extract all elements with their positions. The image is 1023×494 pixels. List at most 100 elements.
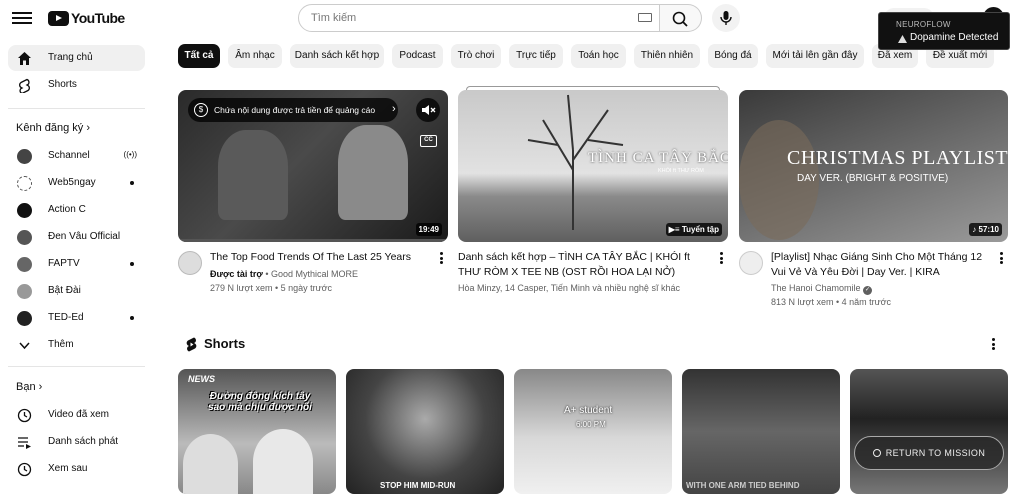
sidebar-item-label: Thêm [48,339,74,350]
youtube-logo[interactable]: YouTube [48,10,125,26]
sidebar-item-label: Trang chủ [48,52,93,63]
verified-icon: ✓ [863,286,873,295]
home-icon [18,52,31,65]
neuroflow-alert: NEUROFLOW Dopamine Detected [878,12,1010,50]
new-content-dot [130,181,134,185]
sidebar-item-home[interactable]: Trang chủ [8,45,145,71]
music-note-icon: ♪ [972,225,977,234]
short-tag: NEWS [188,374,215,384]
voice-search-button[interactable] [712,4,740,32]
paid-promotion-text: Chứa nội dung được trả tiền để quảng cáo [214,105,376,115]
live-icon: ((•)) [123,150,137,159]
paid-promotion-banner[interactable]: $ Chứa nội dung được trả tiền để quảng c… [188,98,398,122]
more-options-icon[interactable] [1000,252,1003,264]
subscriptions-heading[interactable]: Kênh đăng ký › [16,122,90,134]
channel-name: Schannel [48,150,90,161]
sidebar-item-label: Xem sau [48,463,88,474]
neuroflow-status: Dopamine Detected [910,32,999,43]
search-box[interactable] [298,4,660,32]
channel-name: Bật Đài [48,285,81,296]
chip[interactable]: Trực tiếp [509,44,563,68]
sidebar-channel[interactable]: Bật Đài [8,278,145,304]
thumbnail-subtitle-text: KHÓI ft THƯ RÒM [658,168,704,174]
video-stats: 813 N lượt xem • 4 năm trước [771,297,892,307]
return-to-mission-label: RETURN TO MISSION [885,448,986,458]
video-thumbnail[interactable]: $ Chứa nội dung được trả tiền để quảng c… [178,90,448,242]
channel-name: TED-Ed [48,312,84,323]
you-heading[interactable]: Bạn › [16,381,42,393]
sidebar-channel[interactable]: Schannel ((•)) [8,143,145,169]
chip[interactable]: Podcast [392,44,443,68]
sidebar-item-shorts[interactable]: Shorts [8,72,145,98]
more-options-icon[interactable] [440,252,443,264]
more-options-icon[interactable] [992,338,995,350]
sidebar-channel[interactable]: Web5ngay [8,170,145,196]
playlist-icon [18,437,31,449]
top-bar: YouTube [0,0,1023,36]
shorts-icon [19,78,30,93]
chip[interactable]: Bóng đá [708,44,758,68]
short-caption: A+ student [564,405,613,416]
chip[interactable]: Âm nhạc [228,44,282,68]
video-thumbnail[interactable]: CHRISTMAS PLAYLIST DAY VER. (BRIGHT & PO… [739,90,1008,242]
search-icon [672,11,688,27]
video-stats: 279 N lượt xem • 5 ngày trước [210,283,333,293]
channel-avatar [17,176,32,191]
video-title[interactable]: The Top Food Trends Of The Last 25 Years [210,250,425,265]
sidebar-channel[interactable]: FAPTV [8,251,145,277]
sidebar-item-label: Video đã xem [48,409,109,420]
short-thumbnail[interactable] [850,369,1008,494]
sidebar-item-history[interactable]: Video đã xem [8,402,145,428]
search-input[interactable] [311,12,611,24]
channel-avatar[interactable] [739,251,763,275]
thumbnail-title-text: CHRISTMAS PLAYLIST [787,147,1008,169]
neuroflow-title: NEUROFLOW [896,20,951,29]
sidebar-channel[interactable]: Đen Vâu Official [8,224,145,250]
target-icon [872,449,881,457]
microphone-icon [720,11,732,25]
video-channel[interactable]: Hòa Minzy, 14 Casper, Tiến Minh và nhiều… [458,283,680,293]
chevron-right-icon: › [86,122,91,134]
channel-avatar [17,203,32,218]
short-thumbnail[interactable]: A+ student 6:00 PM [514,369,672,494]
video-title[interactable]: Danh sách kết hợp – TÌNH CA TÂY BẮC | KH… [458,250,698,280]
thumbnail-subtitle-text: DAY VER. (BRIGHT & POSITIVE) [797,173,949,184]
chip[interactable]: Mới tải lên gần đây [766,44,864,68]
short-thumbnail[interactable]: NEWS Đường đông kích tây sao mà chịu đượ… [178,369,336,494]
short-thumbnail[interactable]: WITH ONE ARM TIED BEHIND [682,369,840,494]
sidebar-item-label: Danh sách phát [48,436,119,447]
sidebar-item-watch-later[interactable]: Xem sau [8,456,145,482]
chip[interactable]: Toán học [571,44,626,68]
chevron-down-icon [19,342,30,350]
mute-button[interactable] [416,98,440,122]
sidebar-channel[interactable]: Action C [8,197,145,223]
channel-avatar [17,284,32,299]
sidebar-divider [8,108,145,109]
search-button[interactable] [660,4,702,32]
mix-badge: ▶≡ Tuyển tập [665,223,722,236]
warning-icon [898,35,907,43]
video-channel[interactable]: The Hanoi Chamomile ✓ [771,283,873,295]
video-channel[interactable]: Được tài trợ • Good Mythical MORE [210,269,358,279]
chip[interactable]: Trò chơi [451,44,501,68]
return-to-mission-button[interactable]: RETURN TO MISSION [854,436,1004,470]
closed-captions-icon[interactable]: CC [420,135,437,147]
sidebar-channel[interactable]: TED-Ed [8,305,145,331]
channel-name: FAPTV [48,258,80,269]
keyboard-icon[interactable] [638,13,652,22]
sidebar-item-more[interactable]: Thêm [8,332,145,358]
sidebar-item-playlists[interactable]: Danh sách phát [8,429,145,455]
chip[interactable]: Danh sách kết hợp [290,44,384,68]
chevron-right-icon: › [392,103,396,115]
more-options-icon[interactable] [720,252,723,264]
channel-avatar [17,149,32,164]
channel-avatar[interactable] [178,251,202,275]
history-icon [17,408,32,423]
video-thumbnail[interactable]: TÌNH CA TÂY BẮC KHÓI ft THƯ RÒM ▶≡ Tuyển… [458,90,728,242]
video-title[interactable]: [Playlist] Nhạc Giáng Sinh Cho Một Tháng… [771,250,991,280]
short-thumbnail[interactable]: STOP HIM MID-RUN [346,369,504,494]
menu-icon[interactable] [12,9,32,27]
chip-all[interactable]: Tất cả [178,44,220,68]
volume-mute-icon [422,105,436,115]
chip[interactable]: Thiên nhiên [634,44,700,68]
